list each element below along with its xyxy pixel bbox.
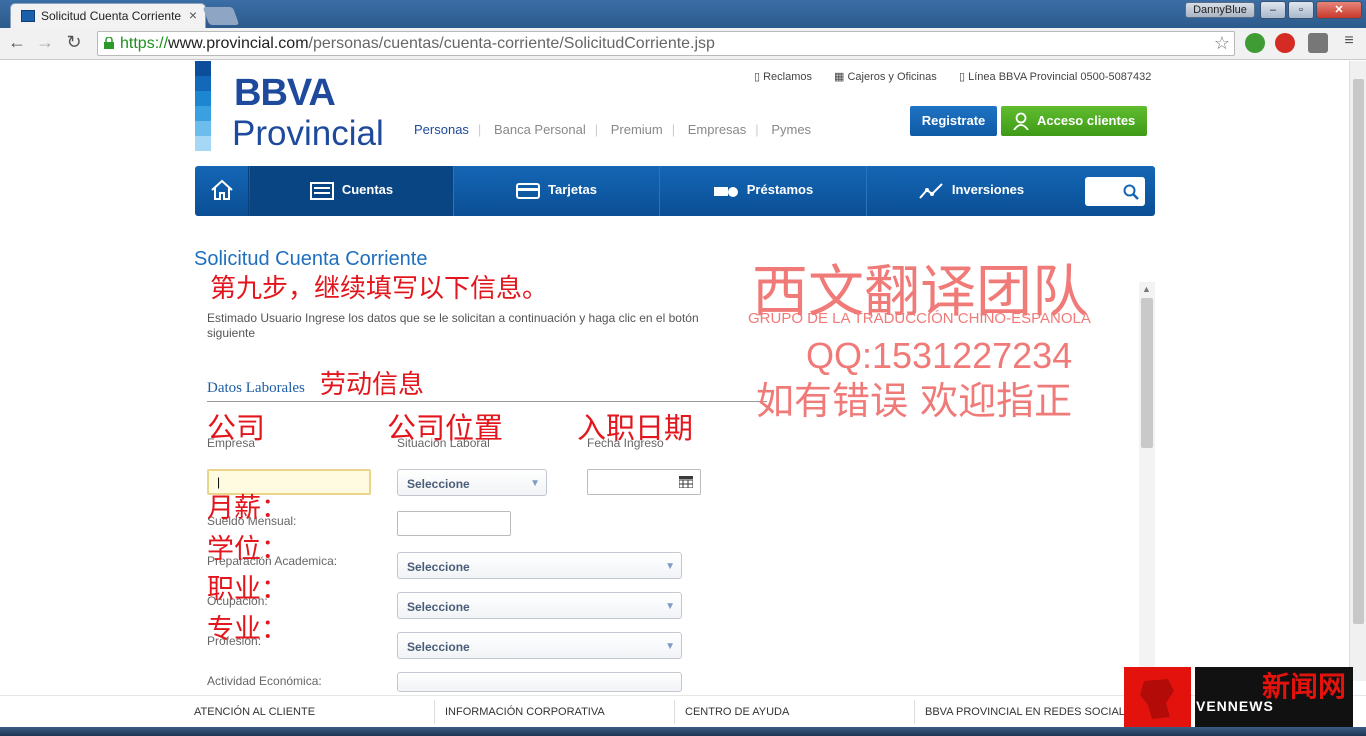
ocupacion-select[interactable]: Seleccione ▼ — [397, 592, 682, 619]
profesion-select[interactable]: Seleccione ▼ — [397, 632, 682, 659]
chevron-down-icon: ▼ — [665, 601, 675, 612]
segment-personas[interactable]: Personas — [414, 122, 469, 137]
news-logo-red-block — [1124, 667, 1191, 730]
logo-provincial[interactable]: Provincial — [232, 114, 384, 154]
reload-icon[interactable]: ↻ — [63, 32, 85, 53]
main-nav: Cuentas Tarjetas Préstamos Inversiones — [195, 166, 1155, 216]
extension-green-icon[interactable] — [1245, 33, 1265, 53]
user-icon — [1013, 112, 1029, 130]
news-logo-sub: VENNEWS — [1196, 698, 1274, 714]
label-actividad: Actividad Económica: — [207, 674, 322, 688]
tab-title: Solicitud Cuenta Corriente — [41, 9, 182, 23]
chevron-down-icon: ▼ — [530, 478, 540, 489]
annotation-section: 劳动信息 — [320, 370, 425, 400]
form-scrollbar-thumb[interactable] — [1141, 298, 1153, 448]
link-reclamos[interactable]: ▯ Reclamos — [754, 70, 812, 83]
bookmark-star-icon[interactable]: ☆ — [1214, 33, 1230, 54]
segment-nav: Personas | Banca Personal | Premium | Empre… — [414, 122, 812, 137]
url-text: https://www.provincial.com/personas/cuen… — [120, 35, 715, 52]
sueldo-input[interactable] — [397, 511, 511, 536]
extension-red-icon[interactable] — [1275, 33, 1295, 53]
logo-bbva[interactable]: BBVA — [234, 72, 336, 115]
menu-icon[interactable]: ≡ — [1338, 32, 1360, 50]
nav-tarjetas[interactable]: Tarjetas — [454, 166, 660, 216]
bbva-favicon-icon — [21, 10, 35, 22]
actividad-select[interactable] — [397, 672, 682, 692]
watermark-note: 如有错误 欢迎指正 — [756, 379, 1073, 423]
browser-tab[interactable]: Solicitud Cuenta Corriente × — [10, 3, 206, 28]
annotation-step: 第九步，继续填写以下信息。 — [210, 274, 549, 304]
footer-redes[interactable]: BBVA PROVINCIAL EN REDES SOCIALES — [925, 706, 1140, 718]
address-bar[interactable]: https://www.provincial.com/personas/cuen… — [97, 31, 1235, 56]
page-scrollbar[interactable] — [1349, 61, 1366, 681]
window-titlebar: Solicitud Cuenta Corriente × DannyBlue –… — [0, 0, 1366, 28]
register-button[interactable]: Registrate — [910, 106, 997, 136]
browser-toolbar: ← → ↻ https://www.provincial.com/persona… — [0, 28, 1366, 60]
nav-cuentas[interactable]: Cuentas — [250, 166, 454, 216]
accounts-icon — [309, 181, 334, 200]
new-tab-button[interactable] — [202, 7, 240, 25]
footer-informacion[interactable]: INFORMACIÓN CORPORATIVA — [445, 706, 605, 718]
chevron-down-icon: ▼ — [665, 561, 675, 572]
link-linea[interactable]: ▯ Línea BBVA Provincial 0500-5087432 — [959, 70, 1151, 83]
close-window-button[interactable]: ✕ — [1316, 1, 1362, 19]
investments-chart-icon — [919, 182, 943, 199]
segment-premium[interactable]: Premium — [611, 122, 663, 137]
atm-icon: ▦ — [834, 71, 848, 83]
annotation-salary: 月薪： — [207, 493, 288, 524]
profile-badge[interactable]: DannyBlue — [1185, 2, 1255, 18]
nav-inversiones[interactable]: Inversiones — [867, 166, 1075, 216]
search-icon[interactable] — [1123, 184, 1139, 200]
annotation-location: 公司位置 — [387, 411, 504, 445]
close-tab-icon[interactable]: × — [189, 7, 197, 23]
annotation-company: 公司 — [207, 411, 266, 445]
annotation-date: 入职日期 — [577, 411, 694, 445]
segment-banca-personal[interactable]: Banca Personal — [494, 122, 586, 137]
footer-ayuda[interactable]: CENTRO DE AYUDA — [685, 706, 789, 718]
phone-icon: ▯ — [959, 71, 969, 83]
footer-separator — [914, 700, 915, 724]
situacion-select[interactable]: Seleccione ▼ — [397, 469, 547, 496]
loans-icon — [713, 186, 738, 197]
annotation-job: 职业： — [207, 574, 288, 605]
section-title: Datos Laborales — [207, 380, 305, 396]
home-icon — [211, 179, 233, 200]
preparacion-select[interactable]: Seleccione ▼ — [397, 552, 682, 579]
logo-color-bars — [195, 61, 211, 151]
back-arrow-icon[interactable]: ← — [6, 32, 28, 53]
client-access-button[interactable]: Acceso clientes — [1001, 106, 1147, 136]
fecha-input[interactable] — [587, 469, 701, 495]
windows-taskbar — [0, 727, 1366, 736]
watermark-team-es: GRUPO DE LA TRADUCCIÓN CHINO-ESPAÑOLA — [748, 310, 1091, 327]
segment-empresas[interactable]: Empresas — [688, 122, 747, 137]
scroll-up-icon[interactable]: ▲ — [1142, 284, 1151, 294]
nav-search-input[interactable] — [1085, 177, 1145, 206]
segment-pymes[interactable]: Pymes — [771, 122, 811, 137]
link-cajeros[interactable]: ▦ Cajeros y Oficinas — [834, 70, 937, 83]
section-divider — [207, 401, 767, 402]
footer-separator — [434, 700, 435, 724]
form-scrollbar[interactable]: ▲ — [1139, 282, 1155, 682]
minimize-button[interactable]: – — [1260, 1, 1286, 19]
maximize-button[interactable]: ▫ — [1288, 1, 1314, 19]
footer-separator — [674, 700, 675, 724]
document-icon: ▯ — [754, 71, 764, 83]
calendar-icon[interactable] — [679, 476, 693, 488]
footer-atencion[interactable]: ATENCIÓN AL CLIENTE — [194, 706, 315, 718]
annotation-degree: 学位： — [207, 534, 288, 565]
nav-prestamos[interactable]: Préstamos — [660, 166, 867, 216]
extension-gray-icon[interactable] — [1308, 33, 1328, 53]
card-icon — [516, 182, 541, 199]
news-logo-map-icon — [1140, 679, 1174, 719]
forward-arrow-icon[interactable]: → — [34, 32, 56, 53]
home-button[interactable] — [195, 166, 249, 216]
intro-text: Estimado Usuario Ingrese los datos que s… — [207, 311, 699, 340]
page-scrollbar-thumb[interactable] — [1353, 79, 1364, 624]
lock-icon — [104, 37, 114, 49]
chevron-down-icon: ▼ — [665, 641, 675, 652]
annotation-major: 专业： — [207, 614, 288, 645]
news-logo-title: 新闻网 — [1262, 670, 1347, 703]
